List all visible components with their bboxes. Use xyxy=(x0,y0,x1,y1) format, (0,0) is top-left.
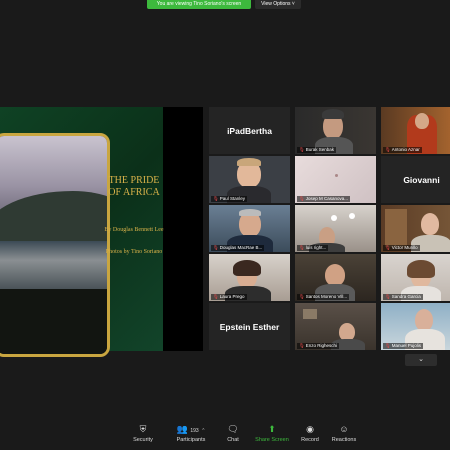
participant-name: 🎙Sandra Garcia xyxy=(383,294,423,300)
participant-name: 🎙Douglas MacRae B... xyxy=(211,245,265,251)
participant-name: 🎙Victor Murillo xyxy=(383,245,420,251)
viewing-banner: You are viewing Tino Soriano's screen xyxy=(147,0,251,9)
mic-muted-icon: 🎙 xyxy=(385,147,391,152)
participant-tile[interactable]: 🎙Burak Senbak xyxy=(295,107,376,154)
participant-name: 🎙Burak Senbak xyxy=(297,147,336,153)
participant-name: 🎙Paul Stanley xyxy=(211,196,247,202)
participant-tile[interactable]: 🎙Santos Moreno Vill... xyxy=(295,254,376,301)
participant-tile[interactable]: Epstein Esther xyxy=(209,303,290,350)
participants-count: 193 xyxy=(190,428,199,434)
mic-muted-icon: 🎙 xyxy=(213,294,219,299)
participant-name: 🎙Antonio Aznar xyxy=(383,147,422,153)
mic-muted-icon: 🎙 xyxy=(299,147,305,152)
mic-muted-icon: 🎙 xyxy=(299,245,305,250)
book-author: By Douglas Bennett Lee xyxy=(104,227,164,233)
participant-name: 🎙Josep M Casanova... xyxy=(297,196,350,202)
mic-muted-icon: 🎙 xyxy=(299,196,305,201)
participant-tile[interactable]: 🎙Manuel Pujolis xyxy=(381,303,450,350)
participant-name: 🎙luis right... xyxy=(297,245,329,251)
gallery-scroll-down-button[interactable]: ⌄ xyxy=(405,354,437,366)
view-options-button[interactable]: View Options ˅ xyxy=(255,0,301,9)
reactions-icon: ☺︎ xyxy=(339,424,349,434)
participant-tile[interactable]: 🎙Laura Prego xyxy=(209,254,290,301)
participants-icon: 👥 xyxy=(176,424,188,434)
participant-gallery: iPadBertha 🎙Burak Senbak 🎙Antonio Aznar … xyxy=(209,107,450,351)
participant-tile[interactable]: 🎙Paul Stanley xyxy=(209,156,290,203)
participant-name: 🎙Laura Prego xyxy=(211,294,247,300)
security-label: Security xyxy=(133,437,153,443)
mic-muted-icon: 🎙 xyxy=(299,343,305,348)
participant-tile[interactable]: iPadBertha xyxy=(209,107,290,154)
mic-muted-icon: 🎙 xyxy=(213,245,219,250)
meeting-toolbar: ⛨ Security 👥 193 ⌃ Participants 🗨 Chat ⬆… xyxy=(0,418,450,450)
participants-label: Participants xyxy=(176,437,206,443)
participant-tile[interactable]: 🎙Sandra Garcia xyxy=(381,254,450,301)
participant-tile[interactable]: 🎙Victor Murillo xyxy=(381,205,450,252)
participant-tile[interactable]: 🎙Josep M Casanova... xyxy=(295,156,376,203)
participant-name: Epstein Esther xyxy=(219,321,280,332)
chevron-up-icon[interactable]: ⌃ xyxy=(201,428,205,434)
chat-label: Chat xyxy=(227,437,239,443)
participant-name: iPadBertha xyxy=(227,125,272,136)
reactions-label: Reactions xyxy=(331,437,357,443)
shared-screen: THE PRIDE OF AFRICA By Douglas Bennett L… xyxy=(0,107,203,357)
security-button[interactable]: ⛨ Security xyxy=(117,424,169,443)
record-label: Record xyxy=(301,437,319,443)
shield-icon: ⛨ xyxy=(139,424,147,434)
participant-name: 🎙Enzo Righeschi xyxy=(297,343,339,349)
participant-tile[interactable]: 🎙Enzo Righeschi xyxy=(295,303,376,350)
mic-muted-icon: 🎙 xyxy=(213,196,219,201)
book-title: THE PRIDE OF AFRICA xyxy=(108,175,160,198)
cover-photo xyxy=(0,133,110,357)
mic-muted-icon: 🎙 xyxy=(385,343,391,348)
participant-tile[interactable]: 🎙luis right... xyxy=(295,205,376,252)
participant-name: Giovanni xyxy=(403,174,440,185)
book-photographer: Photos by Tino Soriano xyxy=(105,249,163,255)
participant-tile[interactable]: 🎙Douglas MacRae B... xyxy=(209,205,290,252)
participant-name: 🎙Manuel Pujolis xyxy=(383,343,423,349)
participant-tile[interactable]: 🎙Antonio Aznar xyxy=(381,107,450,154)
book-cover: THE PRIDE OF AFRICA By Douglas Bennett L… xyxy=(0,107,164,357)
reactions-button[interactable]: ☺︎ Reactions xyxy=(318,424,370,443)
participant-name: 🎙Santos Moreno Vill... xyxy=(297,294,350,300)
mic-muted-icon: 🎙 xyxy=(299,294,305,299)
participant-tile[interactable]: Giovanni xyxy=(381,156,450,203)
mic-muted-icon: 🎙 xyxy=(385,294,391,299)
chevron-down-icon: ⌄ xyxy=(418,356,424,363)
mic-muted-icon: 🎙 xyxy=(385,245,391,250)
